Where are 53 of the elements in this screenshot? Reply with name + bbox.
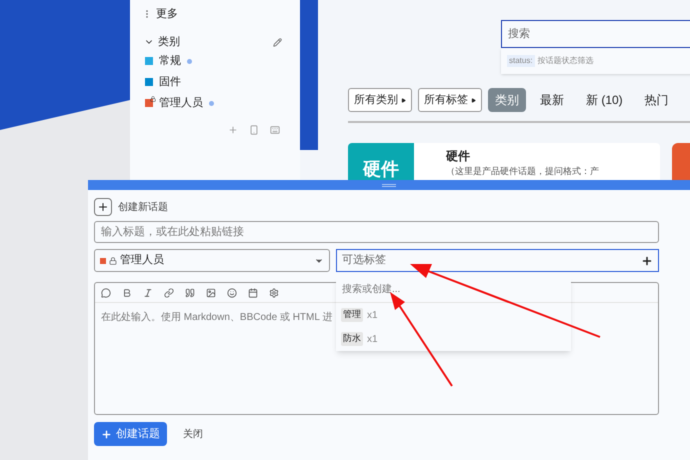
tag-option[interactable]: 管理 x1 [336,303,571,327]
category-select[interactable]: 管理人员 [94,249,330,272]
plus-icon [101,428,112,440]
category-card[interactable]: 硬件 硬件 （这里是产品硬件话题，提问格式：产 [348,143,660,180]
plus-icon [228,125,238,135]
calendar-icon[interactable] [248,288,258,298]
more-link[interactable]: 更多 [156,6,178,22]
card-title: 硬件 [446,149,471,163]
tag-search-field[interactable]: 搜索或创建... [336,277,571,303]
tag-chip: 管理 [341,308,363,322]
settings-icon[interactable] [269,288,279,298]
bold-icon[interactable] [122,288,132,298]
composer-grip[interactable] [88,180,690,190]
nav-tab[interactable]: 类别 [488,88,526,112]
status-chip: status: [507,55,535,67]
search-field[interactable]: 搜索 [501,20,690,48]
phone-icon [249,125,259,135]
close-button[interactable]: 关闭 [183,426,203,442]
image-icon[interactable] [206,288,216,298]
nav-tab[interactable]: 新 (10) [578,88,631,112]
card-description: （这里是产品硬件话题，提问格式：产 [446,166,599,177]
keyboard-icon [270,125,280,135]
composer-action: 创建新话题 [118,200,168,214]
sidebar-item[interactable]: 常规 [130,51,300,71]
editor-placeholder: 在此处输入。使用 Markdown、BBCode 或 HTML 进 [101,310,332,325]
tag-count: x1 [367,332,378,346]
tag-option[interactable]: 防水 x1 [336,327,571,351]
search-suggestion[interactable]: status: 按话题状态筛选 [501,48,690,74]
link-icon[interactable] [164,288,174,298]
pencil-icon [273,38,282,46]
filter-dropdown[interactable]: 所有类别 [348,88,412,112]
emoji-icon[interactable] [227,288,237,298]
plus-icon [97,201,109,213]
suggestion-text: 按话题状态筛选 [538,55,594,67]
caret-icon [401,98,406,102]
tag-field[interactable]: 可选标签 [336,249,659,272]
filter-dropdown[interactable]: 所有标签 [418,88,482,112]
sidebar-item[interactable]: 管理人员 [130,93,300,113]
sidebar-item[interactable]: 固件 [130,72,300,92]
title-field[interactable]: 输入标题，或在此处粘贴链接 [94,221,659,243]
create-topic-button[interactable]: 创建话题 [94,422,167,446]
tag-chip: 防水 [341,332,363,346]
category-tile: 硬件 [348,143,414,180]
quote-icon[interactable] [185,288,195,298]
nav-tab[interactable]: 热门 [636,88,677,112]
section-title[interactable]: 类别 [158,34,180,50]
nav-tab[interactable]: 最新 [532,88,572,112]
tag-count: x1 [367,308,378,322]
italic-icon[interactable] [143,288,153,298]
add-button[interactable] [94,198,112,216]
comment-icon[interactable] [101,288,111,298]
plus-icon [641,254,653,266]
caret-icon [471,98,476,102]
